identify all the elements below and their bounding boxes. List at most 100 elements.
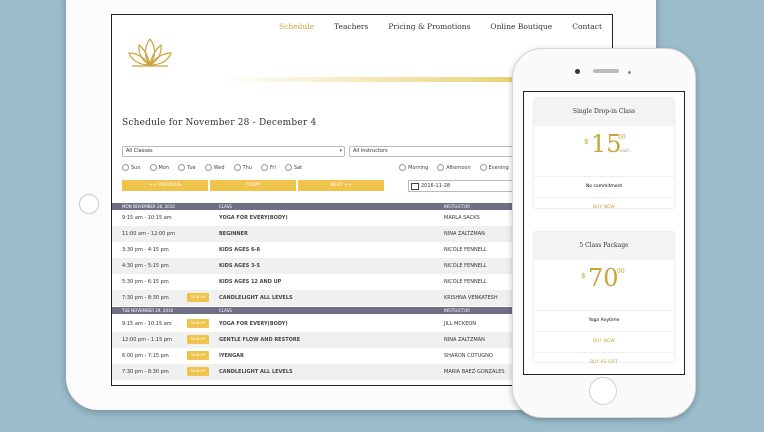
class-name[interactable]: YOGA FOR EVERY(BODY): [219, 215, 288, 221]
instructor-name[interactable]: NICOLE FENNELL: [444, 263, 486, 269]
class-time: 12:00 pm - 1:15 pm: [122, 337, 172, 343]
day-option-fri[interactable]: Fri: [260, 164, 276, 171]
nav-item-schedule[interactable]: Schedule: [279, 22, 314, 31]
day-header-date: MON NOVEMBER 28, 2016: [122, 204, 175, 209]
class-filter-select[interactable]: All Classes ▾: [122, 146, 345, 157]
class-time: 7:30 pm - 8:30 pm: [122, 369, 169, 375]
radio-icon: [399, 164, 406, 171]
sign-up-button[interactable]: SIGN UP: [187, 319, 209, 328]
price-amount: 70: [588, 264, 619, 292]
radio-icon: [437, 164, 445, 171]
top-nav: Schedule Teachers Pricing & Promotions O…: [279, 22, 602, 31]
price: $ 15 00 each: [534, 126, 674, 176]
price: $ 70 00: [534, 260, 674, 310]
page-title: Schedule for November 28 - December 4: [122, 118, 317, 128]
previous-week-button[interactable]: << PREVIOUS: [122, 180, 208, 191]
radio-icon: [479, 164, 487, 171]
nav-item-boutique[interactable]: Online Boutique: [490, 22, 552, 31]
day-option-sun[interactable]: Sun: [122, 164, 141, 171]
tablet-home-button: [79, 194, 99, 214]
instructor-name[interactable]: JILL MCKEON: [444, 321, 476, 327]
column-instructor: INSTRUCTOR: [444, 204, 471, 209]
card-title: Single Drop-in Class: [534, 98, 674, 126]
class-name[interactable]: BEGINNER: [219, 231, 248, 237]
calendar-icon: [411, 183, 419, 190]
class-name[interactable]: IYENGAR: [219, 353, 244, 359]
class-time: 7:30 pm - 8:30 pm: [122, 295, 169, 301]
day-option-mon[interactable]: Mon: [149, 164, 169, 171]
phone-screen: Single Drop-in Class $ 15 00 each No com…: [523, 91, 685, 375]
day-label: Sat: [293, 164, 303, 171]
price-cents: 00: [617, 268, 625, 275]
radio-icon: [178, 164, 186, 171]
day-option-tue[interactable]: Tue: [178, 164, 196, 171]
column-instructor: INSTRUCTOR: [444, 308, 471, 313]
class-name[interactable]: KIDS AGES 12 AND UP: [219, 279, 281, 285]
sign-up-button[interactable]: SIGN UP: [187, 367, 209, 376]
price-unit: each: [620, 148, 630, 153]
radio-icon: [233, 164, 241, 171]
class-name[interactable]: CANDLELIGHT ALL LEVELS: [219, 295, 293, 301]
day-label: Wed: [213, 164, 225, 171]
radio-icon: [284, 164, 292, 171]
tod-option-morning[interactable]: Morning: [399, 164, 428, 171]
radio-icon: [122, 164, 129, 171]
instructor-name[interactable]: NICOLE FENNELL: [444, 279, 486, 285]
class-name[interactable]: KIDS AGES 6-8: [219, 247, 260, 253]
class-name[interactable]: KIDS AGES 3-5: [219, 263, 260, 269]
buy-now-button[interactable]: BUY NOW: [534, 331, 674, 352]
buy-as-gift-button[interactable]: BUY AS GIFT: [534, 352, 674, 373]
sensor-dot: [628, 71, 631, 74]
class-name[interactable]: YOGA FOR EVERY(BODY): [219, 321, 288, 327]
instructor-name[interactable]: NINA ZALTZMAN: [444, 231, 485, 237]
sign-up-button[interactable]: SIGN UP: [187, 351, 209, 360]
price-amount: 15: [591, 130, 622, 158]
instructor-name[interactable]: MARLA SACKS: [444, 215, 480, 221]
day-label: Fri: [269, 164, 276, 171]
chevron-down-icon: ▾: [339, 148, 342, 154]
class-time: 9:15 am - 10:15 am: [122, 321, 172, 327]
pricing-card: 5 Class Package $ 70 00 Yoga Anytime BUY…: [534, 232, 674, 365]
speaker-grille: [593, 69, 619, 73]
class-time: 5:30 pm - 6:15 pm: [122, 279, 169, 285]
column-class: CLASS: [219, 204, 232, 209]
lotus-logo-icon[interactable]: [126, 35, 174, 69]
nav-item-contact[interactable]: Contact: [572, 22, 602, 31]
sign-up-button[interactable]: SIGN UP: [187, 293, 209, 302]
day-option-wed[interactable]: Wed: [204, 164, 225, 171]
instructor-filter-value: All Instructors: [353, 148, 388, 154]
card-title: 5 Class Package: [534, 232, 674, 260]
today-button[interactable]: TODAY: [210, 180, 296, 191]
class-name[interactable]: CANDLELIGHT ALL LEVELS: [219, 369, 293, 375]
instructor-name[interactable]: KRISHNA VENKATESH: [444, 295, 498, 301]
day-option-thu[interactable]: Thu: [233, 164, 252, 171]
tod-label: Afternoon: [446, 164, 471, 171]
day-label: Thu: [242, 164, 252, 171]
nav-item-teachers[interactable]: Teachers: [334, 22, 368, 31]
instructor-name[interactable]: SHARON COTUGNO: [444, 353, 493, 359]
instructor-name[interactable]: NICOLE FENNELL: [444, 247, 486, 253]
day-header-date: TUE NOVEMBER 29, 2016: [122, 308, 174, 313]
class-filter-value: All Classes: [126, 148, 153, 154]
phone-home-button: [589, 377, 617, 405]
date-value: 2016-11-28: [421, 183, 451, 189]
class-time: 4:30 pm - 5:15 pm: [122, 263, 169, 269]
tod-option-evening[interactable]: Evening: [479, 164, 509, 171]
class-time: 9:15 am - 10:15 am: [122, 215, 172, 221]
day-filter: Sun Mon Tue Wed Thu Fri Sat: [122, 164, 302, 171]
next-week-button[interactable]: NEXT >>: [298, 180, 384, 191]
column-class: CLASS: [219, 308, 232, 313]
sign-up-button[interactable]: SIGN UP: [187, 335, 209, 344]
tod-option-afternoon[interactable]: Afternoon: [437, 164, 471, 171]
instructor-name[interactable]: NINA ZALTZMAN: [444, 337, 485, 343]
time-of-day-filter: Morning Afternoon Evening: [399, 164, 509, 171]
instructor-name[interactable]: MARIA BAEZ-GONZALES: [444, 369, 505, 375]
radio-icon: [204, 164, 212, 171]
buy-now-button[interactable]: BUY NOW: [534, 197, 674, 218]
class-name[interactable]: GENTLE FLOW AND RESTORE: [219, 337, 300, 343]
price-currency: $: [581, 272, 586, 280]
nav-item-pricing[interactable]: Pricing & Promotions: [388, 22, 470, 31]
day-label: Tue: [187, 164, 196, 171]
class-time: 6:00 pm - 7:15 pm: [122, 353, 169, 359]
day-option-sat[interactable]: Sat: [284, 164, 303, 171]
